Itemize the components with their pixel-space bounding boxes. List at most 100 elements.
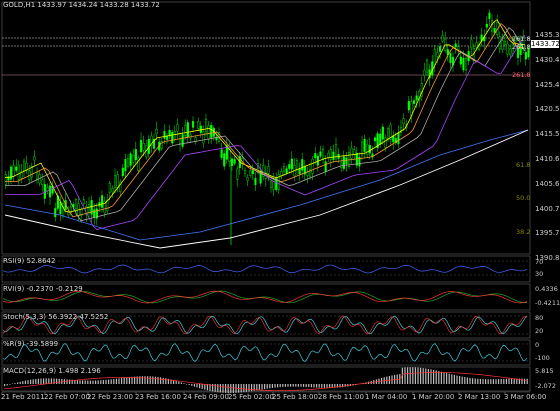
macd-histogram-bar <box>227 384 229 394</box>
macd-histogram-bar <box>277 384 279 388</box>
rsi-axis-bottom: 30 <box>535 270 544 278</box>
macd-histogram-bar <box>344 384 346 387</box>
macd-histogram-bar <box>186 384 188 385</box>
time-tick-label: 23 Feb 16:00 <box>135 393 181 401</box>
fib-level-label: 261.8 <box>512 71 531 79</box>
candle-body <box>108 183 111 193</box>
macd-histogram-bar <box>339 384 341 388</box>
candle-body <box>413 100 416 104</box>
price-tick-label: 1395.75 <box>535 229 560 238</box>
macd-histogram-bar <box>310 384 312 388</box>
macd-histogram-bar <box>105 379 107 384</box>
macd-histogram-bar <box>69 379 71 384</box>
macd-histogram-bar <box>230 384 232 394</box>
macd-histogram-bar <box>290 384 292 387</box>
fib-level-label: 61.8 <box>516 161 531 169</box>
macd-histogram-bar <box>487 379 489 384</box>
price-tick-label: 1420.50 <box>535 105 560 114</box>
macd-histogram-bar <box>295 384 297 387</box>
macd-histogram-bar <box>118 378 120 384</box>
macd-histogram-bar <box>245 384 247 392</box>
candle-body <box>87 204 91 213</box>
macd-histogram-bar <box>43 378 45 384</box>
candle-body <box>501 40 504 50</box>
candle-body <box>267 166 270 174</box>
candle-body <box>524 52 527 60</box>
candle-body <box>7 176 10 181</box>
macd-histogram-bar <box>162 377 164 384</box>
macd-histogram-bar <box>287 384 289 387</box>
macd-histogram-bar <box>448 373 450 384</box>
macd-histogram-bar <box>430 369 432 384</box>
candle-body <box>332 151 335 160</box>
stoch-label: Stoch(5,3,3) 56.3922 47.5252 <box>3 313 109 321</box>
macd-histogram-bar <box>318 384 320 388</box>
wpr-axis-top: 0 <box>535 341 540 349</box>
macd-histogram-bar <box>95 380 97 384</box>
macd-histogram-bar <box>9 384 11 385</box>
macd-histogram-bar <box>32 379 34 384</box>
macd-histogram-bar <box>201 384 203 389</box>
candle-body <box>415 95 418 101</box>
candle-body <box>509 48 512 56</box>
candle-body <box>324 161 327 172</box>
rsi-label: RSI(9) 52.8642 <box>3 257 56 265</box>
candle-body <box>470 39 473 49</box>
macd-histogram-bar <box>433 369 435 384</box>
candle-body <box>41 179 44 185</box>
candle-body <box>441 35 444 42</box>
macd-histogram-bar <box>35 379 37 384</box>
candle-body <box>493 28 496 33</box>
symbol-header: GOLD,H1 1433.97 1434.24 1433.28 1433.72 <box>3 1 160 9</box>
macd-histogram-bar <box>466 377 468 384</box>
macd-histogram-bar <box>217 384 219 393</box>
macd-histogram-bar <box>232 384 234 393</box>
candle-body <box>236 168 239 180</box>
macd-histogram-bar <box>126 377 128 384</box>
macd-histogram-bar <box>24 380 26 384</box>
macd-histogram-bar <box>183 383 185 384</box>
macd-histogram-bar <box>459 376 461 384</box>
candle-body <box>465 57 468 71</box>
macd-histogram-bar <box>240 384 242 393</box>
macd-histogram-bar <box>425 368 427 384</box>
candle-body <box>100 195 104 208</box>
candle-body <box>368 145 371 154</box>
macd-histogram-bar <box>417 367 419 384</box>
macd-histogram-bar <box>526 378 528 384</box>
macd-histogram-bar <box>199 384 201 389</box>
macd-histogram-bar <box>453 374 455 384</box>
candle-body <box>210 124 213 138</box>
macd-histogram-bar <box>4 384 6 387</box>
time-tick-label: 21 Feb 2011 <box>1 393 45 401</box>
candle-body <box>33 156 36 161</box>
macd-histogram-bar <box>191 384 193 386</box>
candle-body <box>423 69 426 76</box>
macd-histogram-bar <box>214 384 216 392</box>
candle-body <box>350 148 353 159</box>
current-price-tag: 1433.72 <box>531 40 560 48</box>
candle-body <box>311 159 314 174</box>
macd-histogram-bar <box>100 380 102 384</box>
candle-body <box>283 166 286 172</box>
candle-body <box>17 164 20 180</box>
candle-body <box>301 159 304 171</box>
candle-body <box>207 125 210 140</box>
chart-canvas[interactable] <box>0 0 560 411</box>
price-tick-label: 1405.65 <box>535 179 560 188</box>
macd-histogram-bar <box>407 367 409 384</box>
macd-histogram-bar <box>438 371 440 384</box>
time-tick-label: 28 Feb 11:00 <box>318 393 364 401</box>
fib-level-label: 38.2 <box>516 228 531 236</box>
candle-body <box>296 160 299 170</box>
macd-histogram-bar <box>279 384 281 388</box>
rvi-axis-bottom: -0.4211 <box>535 299 560 307</box>
macd-histogram-bar <box>27 380 29 384</box>
candle-body <box>184 124 187 136</box>
macd-histogram-bar <box>498 379 500 384</box>
ma-white-line <box>4 129 529 249</box>
time-tick-label: 22 Feb 07:00 <box>44 393 90 401</box>
macd-histogram-bar <box>420 367 422 384</box>
macd-histogram-bar <box>30 379 32 384</box>
candle-body <box>488 12 491 19</box>
